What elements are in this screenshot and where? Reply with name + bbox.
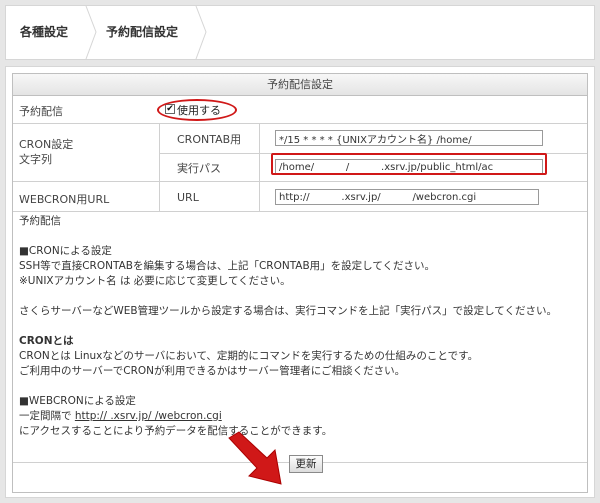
webcron-url-field[interactable] (275, 189, 539, 205)
pointer-arrow-icon (228, 431, 282, 485)
webcron-url-label: URL (177, 191, 199, 204)
crontab-field[interactable] (275, 130, 543, 146)
description-heading: 予約配信 (19, 215, 61, 227)
cron-label-line1: CRON設定 (19, 138, 74, 151)
table-title: 予約配信設定 (13, 74, 587, 96)
webcron-prefix: 一定間隔で (19, 410, 72, 422)
sakura-line: さくらサーバーなどWEB管理ツールから設定する場合は、実行コマンドを上記「実行パ… (19, 305, 557, 317)
what-heading: CRONとは (19, 335, 74, 347)
breadcrumb-item-schedule[interactable]: 予約配信設定 (106, 6, 178, 59)
table-row-webcron: WEBCRON用URL URL (13, 182, 587, 212)
exec-path-highlight (271, 153, 547, 175)
description-block: 予約配信 ■CRONによる設定 SSH等で直接CRONTABを編集する場合は、上… (19, 214, 585, 450)
what-line-1: CRONとは Linuxなどのサーバにおいて、定期的にコマンドを実行するための仕… (19, 350, 479, 362)
settings-panel: 予約配信設定 予約配信 ✔ 使用する CRON設定 文字列 CRONTAB用 実… (5, 66, 595, 498)
breadcrumb-item-settings[interactable]: 各種設定 (20, 6, 68, 59)
cron-line-1: SSH等で直接CRONTABを編集する場合は、上記「CRONTAB用」を設定して… (19, 260, 436, 272)
webcron-line-1: 一定間隔で http:// .xsrv.jp/ /webcron.cgi (19, 409, 585, 424)
breadcrumb-separator-icon (195, 6, 207, 59)
breadcrumb-separator-icon (85, 6, 97, 59)
webcron-label: WEBCRON用URL (19, 193, 110, 206)
crontab-label: CRONTAB用 (177, 133, 242, 146)
webcron-line-2: にアクセスすることにより予約データを配信することができます。 (19, 425, 333, 437)
column-divider (159, 182, 160, 211)
exec-path-label: 実行パス (177, 162, 221, 175)
webcron-link[interactable]: http:// .xsrv.jp/ /webcron.cgi (75, 410, 222, 422)
webcron-heading: ■WEBCRONによる設定 (19, 395, 136, 407)
settings-table: 予約配信設定 予約配信 ✔ 使用する CRON設定 文字列 CRONTAB用 実… (12, 73, 588, 493)
cron-heading: ■CRONによる設定 (19, 245, 112, 257)
what-line-2: ご利用中のサーバーでCRONが利用できるかはサーバー管理者にご相談ください。 (19, 365, 406, 377)
column-divider (259, 182, 260, 211)
cron-line-2: ※UNIXアカウント名 は 必要に応じて変更してください。 (19, 275, 291, 287)
checkbox-highlight (157, 99, 237, 121)
cron-label-line2: 文字列 (19, 153, 52, 166)
breadcrumb: 各種設定 予約配信設定 (5, 5, 595, 60)
table-row-schedule: 予約配信 ✔ 使用する (13, 97, 587, 124)
schedule-label: 予約配信 (19, 105, 63, 118)
